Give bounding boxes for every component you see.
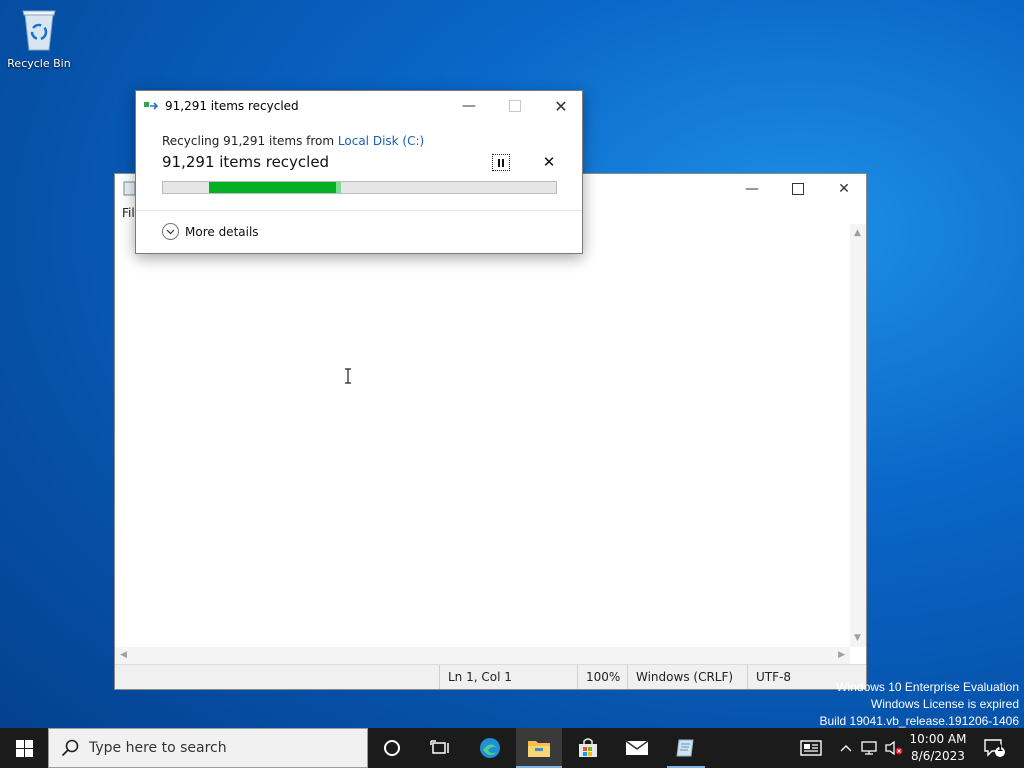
show-hidden-icons-button[interactable] xyxy=(836,728,856,768)
clock-time: 10:00 AM xyxy=(909,732,967,746)
notification-count: 1 xyxy=(997,744,1004,754)
volume-muted-icon xyxy=(885,740,903,756)
scroll-left-icon[interactable]: ◀ xyxy=(120,650,127,660)
task-view-icon xyxy=(430,740,449,754)
edge-icon xyxy=(480,738,500,758)
maximize-icon xyxy=(492,91,538,121)
volume-button[interactable] xyxy=(883,728,905,768)
status-bar: Ln 1, Col 1 100% Windows (CRLF) UTF-8 xyxy=(115,664,866,689)
network-icon xyxy=(861,741,877,755)
task-view-button[interactable] xyxy=(418,728,462,768)
windows-logo-icon xyxy=(15,739,33,757)
dialog-title-bar[interactable]: 91,291 items recycled — ✕ xyxy=(136,91,582,121)
recycle-bin-icon xyxy=(22,10,56,51)
watermark-edition: Windows 10 Enterprise Evaluation xyxy=(836,680,1019,694)
scroll-down-icon[interactable]: ▼ xyxy=(854,633,861,643)
progress-glow xyxy=(335,182,342,193)
taskbar-store[interactable] xyxy=(565,728,611,768)
search-icon xyxy=(61,739,79,757)
status-position: Ln 1, Col 1 xyxy=(439,665,577,689)
taskbar-search-box[interactable]: Type here to search xyxy=(48,728,368,768)
more-details-button[interactable]: More details xyxy=(162,223,259,240)
chevron-down-icon xyxy=(162,223,179,240)
recycle-bin-desktop-icon[interactable]: Recycle Bin xyxy=(4,6,74,70)
status-zoom: 100% xyxy=(577,665,627,689)
taskbar: Type here to search 10:00 AM 8/6/2023 1 xyxy=(0,728,1024,768)
folder-icon xyxy=(528,741,550,757)
text-cursor-icon xyxy=(345,368,351,384)
dialog-subtitle: Recycling 91,291 items from Local Disk (… xyxy=(162,134,425,148)
vertical-scrollbar[interactable]: ▲ ▼ xyxy=(850,224,866,647)
start-button[interactable] xyxy=(0,728,48,768)
progress-fill xyxy=(208,182,336,193)
store-bag-icon xyxy=(579,738,597,757)
taskbar-file-explorer[interactable] xyxy=(516,728,562,768)
horizontal-scrollbar[interactable]: ◀ ▶ xyxy=(115,647,850,664)
clock-date: 8/6/2023 xyxy=(911,749,965,763)
maximize-icon[interactable] xyxy=(775,174,821,204)
notepad-text-area[interactable] xyxy=(115,224,850,647)
menu-file[interactable]: Fil xyxy=(122,206,135,220)
news-button[interactable] xyxy=(794,728,828,768)
progress-bar xyxy=(162,181,557,194)
close-icon[interactable]: ✕ xyxy=(538,91,584,121)
notepad-icon xyxy=(676,739,694,757)
windows-watermark: Windows 10 Enterprise Evaluation Windows… xyxy=(820,679,1020,730)
scroll-right-icon[interactable]: ▶ xyxy=(838,650,845,660)
search-placeholder: Type here to search xyxy=(89,740,227,756)
taskbar-clock[interactable]: 10:00 AM 8/6/2023 xyxy=(906,728,970,768)
taskbar-mail[interactable] xyxy=(614,728,660,768)
taskbar-notepad[interactable] xyxy=(663,728,709,768)
minimize-icon[interactable]: — xyxy=(446,91,492,121)
more-details-label: More details xyxy=(185,224,259,239)
recycle-bin-label: Recycle Bin xyxy=(7,57,71,70)
taskbar-edge[interactable] xyxy=(467,728,513,768)
dialog-title: 91,291 items recycled xyxy=(165,99,299,113)
status-line-ending: Windows (CRLF) xyxy=(627,665,747,689)
recycle-progress-dialog: 91,291 items recycled — ✕ Recycling 91,2… xyxy=(135,90,583,254)
close-icon[interactable]: ✕ xyxy=(821,174,867,204)
chevron-up-icon xyxy=(840,745,852,752)
dialog-divider xyxy=(136,210,582,211)
action-center-button[interactable]: 1 xyxy=(978,728,1012,768)
network-button[interactable] xyxy=(859,728,881,768)
minimize-icon[interactable]: — xyxy=(729,174,775,204)
mail-icon xyxy=(625,740,649,755)
watermark-license: Windows License is expired xyxy=(870,697,1019,711)
file-operation-icon xyxy=(144,102,159,110)
dialog-status-text: 91,291 items recycled xyxy=(162,153,330,171)
cortana-circle-icon xyxy=(384,740,400,756)
cancel-icon[interactable]: ✕ xyxy=(541,154,557,170)
news-icon xyxy=(800,740,822,756)
cortana-button[interactable] xyxy=(370,728,414,768)
source-link[interactable]: Local Disk (C:) xyxy=(338,134,424,148)
pause-button[interactable] xyxy=(492,154,510,171)
scroll-up-icon[interactable]: ▲ xyxy=(854,228,861,238)
